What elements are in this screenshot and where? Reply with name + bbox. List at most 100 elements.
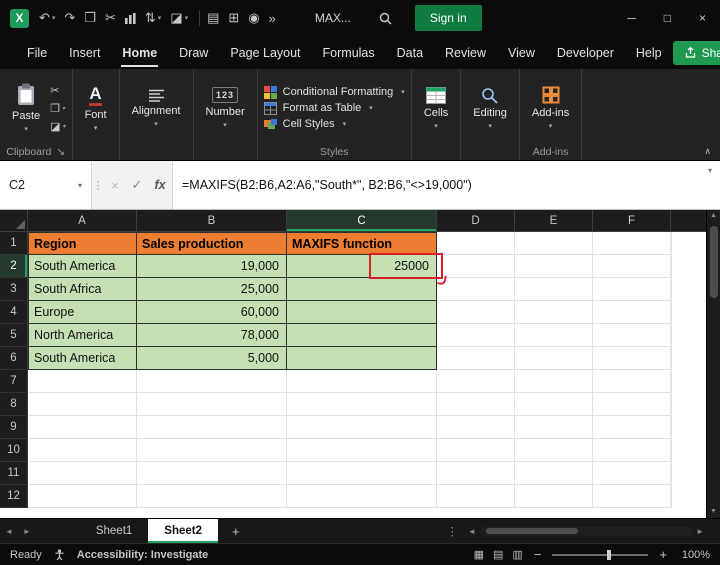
excel-logo-icon[interactable]: X [10, 8, 29, 28]
tab-draw[interactable]: Draw [168, 38, 219, 68]
cell-styles-dropdown-icon[interactable]: ▾ [343, 120, 347, 128]
cell-C9[interactable] [287, 416, 437, 439]
insert-function-icon[interactable]: fx [148, 161, 172, 209]
row-header-1[interactable]: 1 [0, 232, 28, 255]
column-header-C[interactable]: C [287, 210, 437, 232]
toolbar-overflow-icon[interactable]: » [269, 11, 276, 26]
cell-F1[interactable] [593, 232, 671, 255]
cell-E1[interactable] [515, 232, 593, 255]
row-header-12[interactable]: 12 [0, 485, 28, 508]
copy-button[interactable]: ❐ ▾ [50, 102, 65, 115]
column-header-D[interactable]: D [437, 210, 515, 232]
cell-E8[interactable] [515, 393, 593, 416]
cell-C8[interactable] [287, 393, 437, 416]
row-header-10[interactable]: 10 [0, 439, 28, 462]
cell-E4[interactable] [515, 301, 593, 324]
number-button[interactable]: 123 Number ▾ [200, 85, 251, 131]
cell-B1[interactable]: Sales production [137, 232, 287, 255]
horizontal-scroll-track[interactable] [479, 526, 693, 536]
cell-F9[interactable] [593, 416, 671, 439]
addins-dropdown-icon[interactable]: ▾ [549, 122, 553, 130]
row-header-4[interactable]: 4 [0, 301, 28, 324]
page-break-view-icon[interactable]: ▥ [512, 548, 522, 561]
cell-C5[interactable] [287, 324, 437, 347]
cell-C2[interactable]: 25000 [287, 253, 443, 279]
cell-D8[interactable] [437, 393, 515, 416]
cells-button[interactable]: Cells ▾ [418, 85, 454, 132]
cell-D7[interactable] [437, 370, 515, 393]
cell-F2[interactable] [593, 255, 671, 278]
cell-E11[interactable] [515, 462, 593, 485]
tab-developer[interactable]: Developer [546, 38, 625, 68]
cell-C3[interactable] [287, 278, 437, 301]
format-painter-ribbon-dropdown-icon[interactable]: ▾ [63, 123, 66, 130]
cell-A9[interactable] [28, 416, 137, 439]
sheet-nav-right-icon[interactable]: ► [18, 519, 36, 543]
row-header-7[interactable]: 7 [0, 370, 28, 393]
conditional-formatting-button[interactable]: Conditional Formatting ▾ [263, 85, 405, 99]
cell-E7[interactable] [515, 370, 593, 393]
restore-button[interactable]: □ [650, 0, 685, 36]
copy-icon[interactable]: ❐ [84, 10, 96, 26]
tab-bar-menu-icon[interactable]: ⋮ [437, 519, 469, 543]
tab-view[interactable]: View [497, 38, 546, 68]
tab-insert[interactable]: Insert [58, 38, 111, 68]
cell-E5[interactable] [515, 324, 593, 347]
cell-A6[interactable]: South America [28, 347, 137, 370]
cell-F5[interactable] [593, 324, 671, 347]
cell-B3[interactable]: 25,000 [137, 278, 287, 301]
enter-icon[interactable]: ✓ [126, 161, 148, 209]
scroll-left-icon[interactable]: ◄ [468, 527, 476, 536]
alignment-dropdown-icon[interactable]: ▾ [154, 120, 158, 128]
zoom-level[interactable]: 100% [678, 549, 710, 561]
row-header-2[interactable]: 2 [0, 255, 28, 278]
tab-file[interactable]: File [16, 38, 58, 68]
chart-icon[interactable] [124, 12, 136, 24]
cell-C4[interactable] [287, 301, 437, 324]
cell-D5[interactable] [437, 324, 515, 347]
copy-dropdown-icon[interactable]: ▾ [62, 105, 65, 112]
cells-dropdown-icon[interactable]: ▾ [434, 122, 438, 130]
editing-dropdown-icon[interactable]: ▾ [488, 122, 492, 130]
cell-A11[interactable] [28, 462, 137, 485]
paste-button[interactable]: Paste ▾ [6, 81, 46, 135]
cell-B12[interactable] [137, 485, 287, 508]
cancel-icon[interactable]: × [104, 161, 126, 209]
sheet-tab-sheet1[interactable]: Sheet1 [80, 519, 148, 543]
cell-A8[interactable] [28, 393, 137, 416]
row-header-6[interactable]: 6 [0, 347, 28, 370]
new-sheet-icon[interactable]: + [218, 519, 254, 543]
cell-C10[interactable] [287, 439, 437, 462]
cell-D3[interactable] [437, 278, 515, 301]
number-dropdown-icon[interactable]: ▾ [223, 121, 227, 129]
close-button[interactable]: × [685, 0, 720, 36]
zoom-slider[interactable] [552, 549, 649, 560]
cell-E12[interactable] [515, 485, 593, 508]
sheet-tab-sheet2[interactable]: Sheet2 [148, 519, 219, 543]
cell-C12[interactable] [287, 485, 437, 508]
cell-C1[interactable]: MAXIFS function [287, 232, 437, 255]
name-box[interactable]: C2 ▾ [0, 161, 92, 209]
sort-icon[interactable]: ⇅ ▾ [145, 10, 161, 26]
cell-E6[interactable] [515, 347, 593, 370]
cell-B11[interactable] [137, 462, 287, 485]
format-as-table-dropdown-icon[interactable]: ▾ [369, 104, 373, 112]
name-box-dropdown-icon[interactable]: ▾ [78, 181, 82, 190]
cell-A1[interactable]: Region [28, 232, 137, 255]
cell-F7[interactable] [593, 370, 671, 393]
camera-icon[interactable]: ◉ [248, 10, 259, 26]
cell-F4[interactable] [593, 301, 671, 324]
column-header-F[interactable]: F [593, 210, 671, 232]
cell-E9[interactable] [515, 416, 593, 439]
row-header-9[interactable]: 9 [0, 416, 28, 439]
tab-review[interactable]: Review [434, 38, 497, 68]
column-header-A[interactable]: A [28, 210, 137, 232]
cell-D6[interactable] [437, 347, 515, 370]
sign-in-button[interactable]: Sign in [414, 5, 482, 31]
paste-dropdown-icon[interactable]: ▾ [24, 125, 28, 133]
font-dropdown-icon[interactable]: ▾ [94, 124, 98, 132]
accessibility-status[interactable]: Accessibility: Investigate [77, 549, 208, 561]
document-icon[interactable]: ▤ [207, 10, 219, 26]
cell-D4[interactable] [437, 301, 515, 324]
font-button[interactable]: A Font ▾ [79, 83, 113, 134]
